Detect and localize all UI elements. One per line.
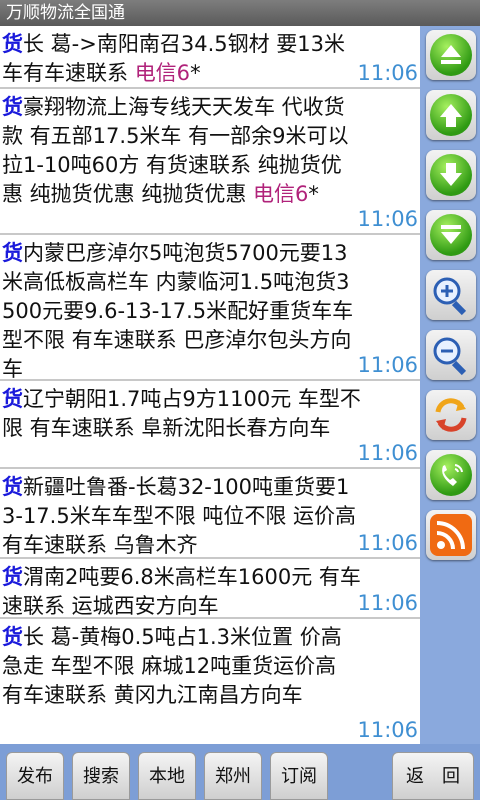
- listing-text: 新疆吐鲁番-长葛32-100吨重货要13-17.5米车车型不限 吨位不限 运价高…: [2, 475, 357, 557]
- listing-text: 长 葛-黄梅0.5吨占1.3米位置 价高急走 车型不限 麻城12吨重货运价高 有…: [2, 625, 342, 707]
- back-button[interactable]: 返 回: [392, 752, 474, 800]
- listing-item[interactable]: 货长 葛-黄梅0.5吨占1.3米位置 价高急走 车型不限 麻城12吨重货运价高 …: [0, 619, 420, 744]
- listing-tag: 货: [2, 387, 23, 411]
- search-button[interactable]: 搜索: [72, 752, 130, 800]
- listing-item[interactable]: 货渭南2吨要6.8米高栏车1600元 有车速联系 运城西安方向车 11:06: [0, 559, 420, 619]
- listing-feed[interactable]: 货长 葛->南阳南召34.5钢材 要13米车有车速联系 电信6* 11:06 货…: [0, 26, 420, 744]
- listing-item[interactable]: 货辽宁朝阳1.7吨占9方1100元 车型不限 有车速联系 阜新沈阳长春方向车 1…: [0, 381, 420, 469]
- listing-time: 11:06: [357, 353, 418, 377]
- listing-tag: 货: [2, 95, 23, 119]
- listing-item[interactable]: 货内蒙巴彦淖尔5吨泡货5700元要13米高低板高栏车 内蒙临河1.5吨泡货350…: [0, 235, 420, 381]
- listing-text: 辽宁朝阳1.7吨占9方1100元 车型不限 有车速联系 阜新沈阳长春方向车: [2, 387, 361, 440]
- phone-button[interactable]: [426, 450, 476, 500]
- rss-button[interactable]: [426, 510, 476, 560]
- listing-time: 11:06: [357, 61, 418, 85]
- listing-tag: 货: [2, 475, 23, 499]
- publish-button[interactable]: 发布: [6, 752, 64, 800]
- local-button[interactable]: 本地: [138, 752, 196, 800]
- listing-tag: 货: [2, 625, 23, 649]
- listing-suffix: *: [308, 182, 319, 206]
- subscribe-button[interactable]: 订阅: [270, 752, 328, 800]
- scroll-bottom-button[interactable]: [426, 210, 476, 260]
- listing-item[interactable]: 货长 葛->南阳南召34.5钢材 要13米车有车速联系 电信6* 11:06: [0, 26, 420, 89]
- app-title: 万顺物流全国通: [0, 0, 480, 26]
- listing-suffix: *: [190, 61, 201, 85]
- zhengzhou-button[interactable]: 郑州: [204, 752, 262, 800]
- scroll-down-button[interactable]: [426, 150, 476, 200]
- listing-item[interactable]: 货豪翔物流上海专线天天发车 代收货款 有五部17.5米车 有一部余9米可以拉1-…: [0, 89, 420, 235]
- listing-tag: 货: [2, 565, 23, 589]
- listing-tag: 货: [2, 32, 23, 56]
- listing-item[interactable]: 货新疆吐鲁番-长葛32-100吨重货要13-17.5米车车型不限 吨位不限 运价…: [0, 469, 420, 559]
- bottom-toolbar: 发布 搜索 本地 郑州 订阅 返 回: [0, 744, 480, 800]
- listing-carrier: 电信6: [253, 182, 309, 206]
- zoom-in-button[interactable]: [426, 270, 476, 320]
- listing-text: 渭南2吨要6.8米高栏车1600元 有车速联系 运城西安方向车: [2, 565, 361, 618]
- rss-icon: [430, 514, 472, 556]
- zoom-out-button[interactable]: [426, 330, 476, 380]
- zoom-out-icon: [433, 337, 467, 376]
- listing-time: 11:06: [357, 531, 418, 555]
- listing-time: 11:06: [357, 441, 418, 465]
- refresh-button[interactable]: [426, 390, 476, 440]
- listing-text: 内蒙巴彦淖尔5吨泡货5700元要13米高低板高栏车 内蒙临河1.5吨泡货3500…: [2, 241, 354, 381]
- listing-carrier: 电信6: [134, 61, 191, 85]
- side-toolbar: [420, 26, 480, 744]
- refresh-icon: [435, 398, 467, 432]
- listing-time: 11:06: [357, 207, 418, 231]
- scroll-up-button[interactable]: [426, 90, 476, 140]
- listing-tag: 货: [2, 241, 23, 265]
- listing-time: 11:06: [357, 591, 418, 615]
- scroll-top-button[interactable]: [426, 30, 476, 80]
- zoom-in-icon: [433, 277, 467, 316]
- listing-time: 11:06: [357, 718, 418, 742]
